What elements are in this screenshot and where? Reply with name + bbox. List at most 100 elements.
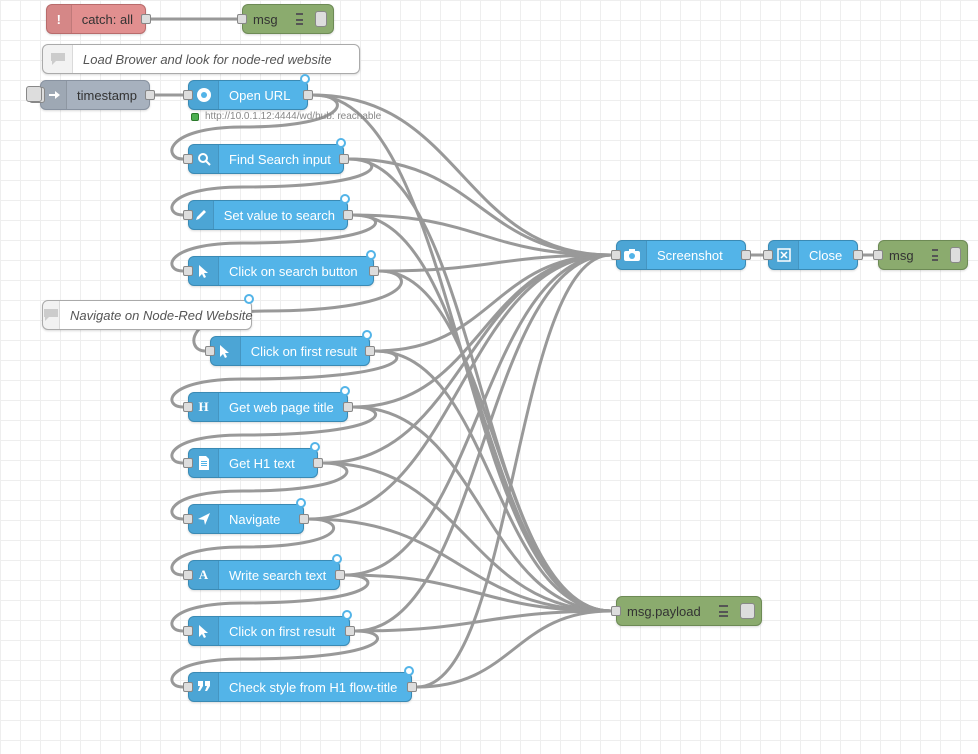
node-label: Open URL	[219, 88, 302, 103]
node-navigate[interactable]: Navigate	[188, 504, 304, 534]
output-port[interactable]	[407, 682, 417, 692]
link-dot[interactable]	[340, 194, 350, 204]
node-label: Click on first result	[241, 344, 369, 359]
node-click-search-button[interactable]: Click on search button	[188, 256, 374, 286]
node-screenshot[interactable]: Screenshot	[616, 240, 746, 270]
node-debug-msg[interactable]: msg	[242, 4, 334, 34]
node-label: Click on first result	[219, 624, 347, 639]
node-comment-load-browser[interactable]: Load Brower and look for node-red websit…	[42, 44, 360, 74]
output-port[interactable]	[141, 14, 151, 24]
link-dot[interactable]	[366, 250, 376, 260]
node-comment-navigate[interactable]: Navigate on Node-Red Website	[42, 300, 252, 330]
output-port[interactable]	[345, 626, 355, 636]
output-port[interactable]	[313, 458, 323, 468]
status-indicator	[191, 113, 199, 121]
wire[interactable]	[355, 255, 611, 631]
wire[interactable]	[353, 215, 611, 255]
link-dot[interactable]	[404, 666, 414, 676]
link-dot[interactable]	[340, 386, 350, 396]
wire[interactable]	[309, 519, 611, 611]
heading-icon: H	[189, 393, 219, 421]
output-port[interactable]	[339, 154, 349, 164]
wire[interactable]	[379, 271, 611, 611]
node-debug-payload[interactable]: msg.payload	[616, 596, 762, 626]
input-port[interactable]	[763, 250, 773, 260]
input-port[interactable]	[237, 14, 247, 24]
output-port[interactable]	[369, 266, 379, 276]
input-port[interactable]	[205, 346, 215, 356]
input-port[interactable]	[183, 514, 193, 524]
wire[interactable]	[345, 255, 611, 575]
wire[interactable]	[349, 159, 611, 611]
node-write-search-text[interactable]: A Write search text	[188, 560, 340, 590]
node-label: timestamp	[67, 88, 149, 103]
input-port[interactable]	[183, 402, 193, 412]
input-port[interactable]	[611, 250, 621, 260]
inject-trigger-button[interactable]	[26, 86, 42, 102]
wire[interactable]	[353, 215, 611, 611]
node-get-h1-text[interactable]: Get H1 text	[188, 448, 318, 478]
wire[interactable]	[323, 463, 611, 611]
input-port[interactable]	[183, 154, 193, 164]
input-port[interactable]	[183, 570, 193, 580]
node-label: msg.payload	[617, 604, 713, 619]
link-dot[interactable]	[296, 498, 306, 508]
wire[interactable]	[345, 575, 611, 611]
wire[interactable]	[353, 407, 611, 611]
output-port[interactable]	[145, 90, 155, 100]
input-port[interactable]	[183, 90, 193, 100]
node-catch-all[interactable]: ! catch: all	[46, 4, 146, 34]
wire[interactable]	[353, 255, 611, 407]
input-port[interactable]	[183, 210, 193, 220]
wire[interactable]	[349, 159, 611, 255]
wire[interactable]	[417, 255, 611, 687]
link-dot[interactable]	[336, 138, 346, 148]
output-port[interactable]	[853, 250, 863, 260]
wire[interactable]	[375, 351, 611, 611]
node-set-value[interactable]: Set value to search	[188, 200, 348, 230]
link-dot[interactable]	[310, 442, 320, 452]
wire-layer	[0, 0, 978, 754]
node-label: Navigate on Node-Red Website	[60, 308, 265, 323]
input-port[interactable]	[183, 458, 193, 468]
node-find-search-input[interactable]: Find Search input	[188, 144, 344, 174]
output-port[interactable]	[335, 570, 345, 580]
output-port[interactable]	[365, 346, 375, 356]
node-label: Screenshot	[647, 248, 735, 263]
debug-toggle-button[interactable]	[950, 247, 961, 263]
output-port[interactable]	[343, 210, 353, 220]
wire[interactable]	[309, 255, 611, 519]
debug-toggle-button[interactable]	[740, 603, 755, 619]
debug-bars-icon	[719, 605, 728, 617]
node-get-page-title[interactable]: H Get web page title	[188, 392, 348, 422]
wire[interactable]	[375, 255, 611, 351]
link-dot[interactable]	[300, 74, 310, 84]
node-inject-timestamp[interactable]: timestamp	[40, 80, 150, 110]
comment-icon	[43, 301, 60, 329]
input-port[interactable]	[183, 626, 193, 636]
debug-toggle-button[interactable]	[315, 11, 327, 27]
node-click-first-result-2[interactable]: Click on first result	[188, 616, 350, 646]
input-port[interactable]	[611, 606, 621, 616]
link-dot[interactable]	[362, 330, 372, 340]
node-label: Find Search input	[219, 152, 343, 167]
link-dot[interactable]	[332, 554, 342, 564]
node-debug-msg-2[interactable]: msg	[878, 240, 968, 270]
wire[interactable]	[379, 255, 611, 271]
output-port[interactable]	[343, 402, 353, 412]
node-check-style[interactable]: Check style from H1 flow-title	[188, 672, 412, 702]
link-dot[interactable]	[244, 294, 254, 304]
input-port[interactable]	[183, 682, 193, 692]
wire[interactable]	[355, 611, 611, 631]
node-click-first-result-1[interactable]: Click on first result	[210, 336, 370, 366]
output-port[interactable]	[303, 90, 313, 100]
node-close[interactable]: Close	[768, 240, 858, 270]
input-port[interactable]	[183, 266, 193, 276]
node-open-url[interactable]: Open URL http://10.0.1.12:4444/wd/hub: r…	[188, 80, 308, 110]
node-label: Close	[799, 248, 854, 263]
wire[interactable]	[417, 611, 611, 687]
link-dot[interactable]	[342, 610, 352, 620]
input-port[interactable]	[873, 250, 883, 260]
output-port[interactable]	[299, 514, 309, 524]
output-port[interactable]	[741, 250, 751, 260]
